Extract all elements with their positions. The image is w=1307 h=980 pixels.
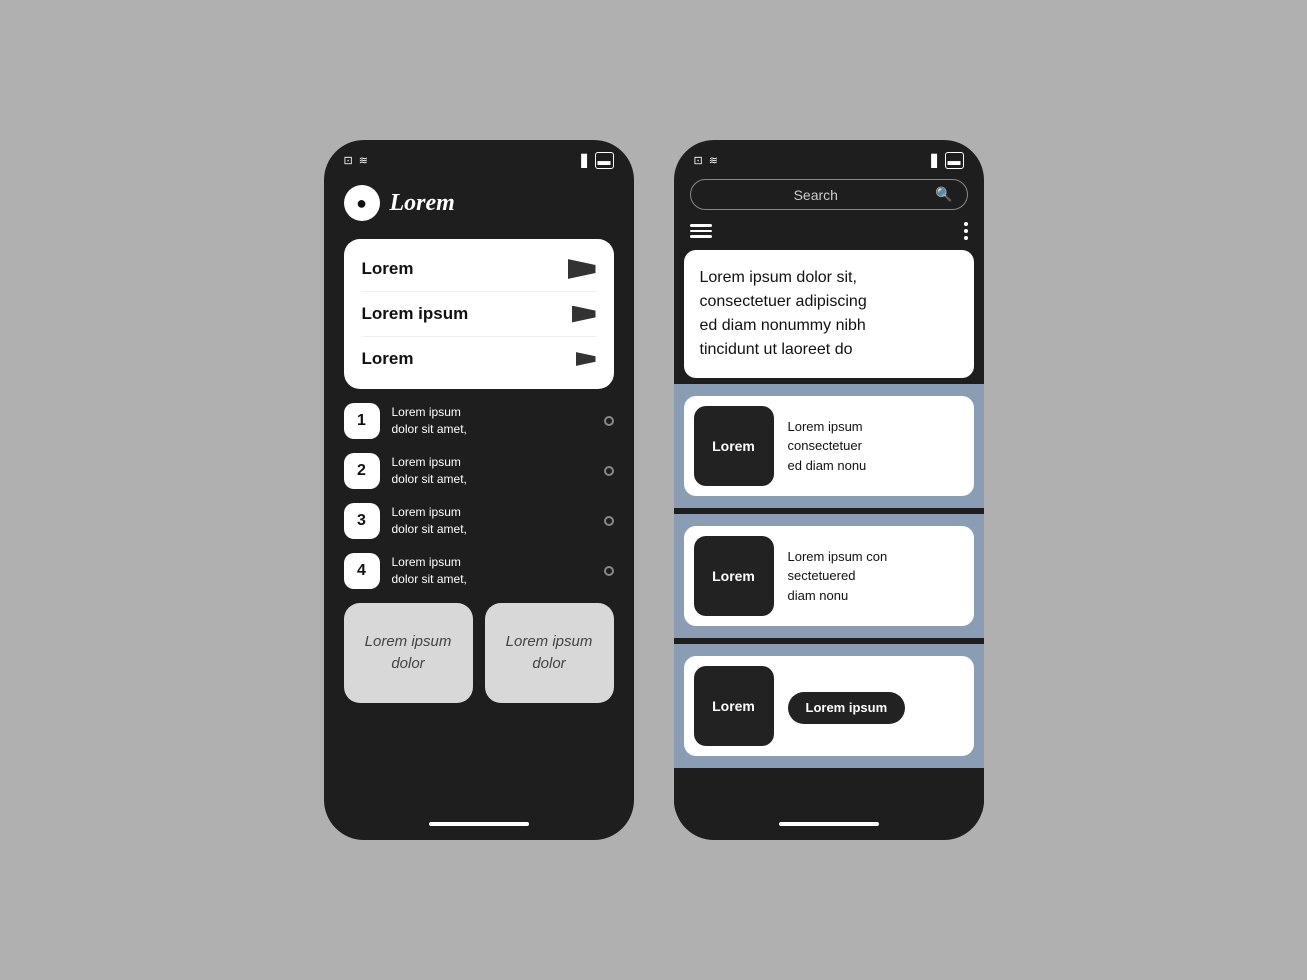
bottom-card-2[interactable]: Lorem ipsum dolor (485, 603, 614, 703)
app-icon: ● (344, 185, 380, 221)
more-menu-button[interactable] (964, 222, 968, 240)
menu-item-arrow-3 (576, 352, 596, 366)
search-bar[interactable]: Search 🔍 (690, 179, 968, 210)
menu-item-label-2: Lorem ipsum (362, 304, 469, 324)
list-num-badge-2: 2 (344, 453, 380, 489)
wifi-icon-2: ≋ (709, 154, 718, 167)
card-info-3: Lorem ipsum (788, 688, 964, 724)
phone2-main: Search 🔍 Lorem ipsum dolor sit, consecte… (674, 175, 984, 812)
bottom-card-text-2: Lorem ipsum dolor (501, 631, 598, 676)
hamburger-line-2 (690, 230, 712, 233)
list-item-3[interactable]: 3 Lorem ipsumdolor sit amet, (344, 503, 614, 539)
toolbar (674, 218, 984, 250)
menu-sep-1 (362, 291, 596, 292)
list-item-text-2: Lorem ipsumdolor sit amet, (392, 454, 592, 488)
list-card-2[interactable]: Lorem Lorem ipsum consectetuereddiam non… (684, 526, 974, 626)
status-left-1: ⊡ ≋ (344, 154, 368, 167)
search-icon: 🔍 (935, 186, 952, 203)
card-stripe-1: Lorem Lorem ipsumconsectetuered diam non… (674, 384, 984, 508)
hamburger-line-3 (690, 235, 712, 238)
phone-1: ⊡ ≋ ▋ ▬ ● Lorem Lorem Lorem ipsum (324, 140, 634, 840)
menu-item-label-3: Lorem (362, 349, 414, 369)
hero-card: Lorem ipsum dolor sit, consectetuer adip… (684, 250, 974, 378)
status-right-2: ▋ ▬ (931, 152, 963, 169)
list-dot-2 (604, 466, 614, 476)
app-title: Lorem (390, 190, 455, 217)
card-thumb-label-2: Lorem (712, 568, 755, 584)
home-indicator-2 (779, 822, 879, 826)
battery-icon: ▬ (595, 152, 614, 169)
card-thumb-label-1: Lorem (712, 438, 755, 454)
wifi-icon: ≋ (359, 154, 368, 167)
camera-icon-2: ⊡ (694, 154, 703, 167)
status-left-2: ⊡ ≋ (694, 154, 718, 167)
menu-item-3[interactable]: Lorem (362, 343, 596, 375)
camera-icon: ⊡ (344, 154, 353, 167)
signal-icon: ▋ (581, 154, 590, 168)
list-dot-3 (604, 516, 614, 526)
card-info-2: Lorem ipsum consectetuereddiam nonu (788, 547, 964, 606)
signal-icon-2: ▋ (931, 154, 940, 168)
list-num-badge-4: 4 (344, 553, 380, 589)
battery-icon-2: ▬ (945, 152, 964, 169)
card-thumb-label-3: Lorem (712, 698, 755, 714)
card-action-button[interactable]: Lorem ipsum (788, 692, 906, 724)
card-info-1: Lorem ipsumconsectetuered diam nonu (788, 417, 964, 476)
list-dot-1 (604, 416, 614, 426)
phone-2: ⊡ ≋ ▋ ▬ Search 🔍 (674, 140, 984, 840)
card-stripe-3: Lorem Lorem ipsum (674, 644, 984, 768)
home-indicator-1 (429, 822, 529, 826)
list-card-1[interactable]: Lorem Lorem ipsumconsectetuered diam non… (684, 396, 974, 496)
list-num-badge-3: 3 (344, 503, 380, 539)
list-item-text-1: Lorem ipsumdolor sit amet, (392, 404, 592, 438)
list-item-text-3: Lorem ipsumdolor sit amet, (392, 504, 592, 538)
menu-item-arrow-1 (568, 259, 596, 279)
list-item-2[interactable]: 2 Lorem ipsumdolor sit amet, (344, 453, 614, 489)
search-bar-wrap: Search 🔍 (674, 175, 984, 218)
list-card-3[interactable]: Lorem Lorem ipsum (684, 656, 974, 756)
more-dot-1 (964, 222, 968, 226)
hero-text: Lorem ipsum dolor sit, consectetuer adip… (700, 266, 958, 362)
menu-item-label-1: Lorem (362, 259, 414, 279)
card-thumb-1: Lorem (694, 406, 774, 486)
menu-sep-2 (362, 336, 596, 337)
menu-item-1[interactable]: Lorem (362, 253, 596, 285)
menu-item-arrow-2 (572, 306, 596, 323)
more-dot-2 (964, 229, 968, 233)
list-cards-area: Lorem Lorem ipsumconsectetuered diam non… (674, 384, 984, 812)
phone1-main: ● Lorem Lorem Lorem ipsum Lorem 1 Lo (324, 175, 634, 812)
card-stripe-2: Lorem Lorem ipsum consectetuereddiam non… (674, 514, 984, 638)
hamburger-line-1 (690, 224, 712, 227)
status-right-1: ▋ ▬ (581, 152, 613, 169)
list-item-4[interactable]: 4 Lorem ipsumdolor sit amet, (344, 553, 614, 589)
list-dot-4 (604, 566, 614, 576)
list-item-1[interactable]: 1 Lorem ipsumdolor sit amet, (344, 403, 614, 439)
bottom-cards: Lorem ipsum dolor Lorem ipsum dolor (344, 603, 614, 703)
more-dot-3 (964, 236, 968, 240)
menu-card: Lorem Lorem ipsum Lorem (344, 239, 614, 389)
app-header: ● Lorem (344, 185, 614, 221)
card-thumb-2: Lorem (694, 536, 774, 616)
hamburger-menu[interactable] (690, 224, 712, 238)
search-placeholder: Search (705, 187, 928, 203)
list-num-badge-1: 1 (344, 403, 380, 439)
bottom-card-text-1: Lorem ipsum dolor (360, 631, 457, 676)
list-item-text-4: Lorem ipsumdolor sit amet, (392, 554, 592, 588)
card-thumb-3: Lorem (694, 666, 774, 746)
menu-item-2[interactable]: Lorem ipsum (362, 298, 596, 330)
bottom-card-1[interactable]: Lorem ipsum dolor (344, 603, 473, 703)
status-bar-1: ⊡ ≋ ▋ ▬ (324, 140, 634, 175)
status-bar-2: ⊡ ≋ ▋ ▬ (674, 140, 984, 175)
